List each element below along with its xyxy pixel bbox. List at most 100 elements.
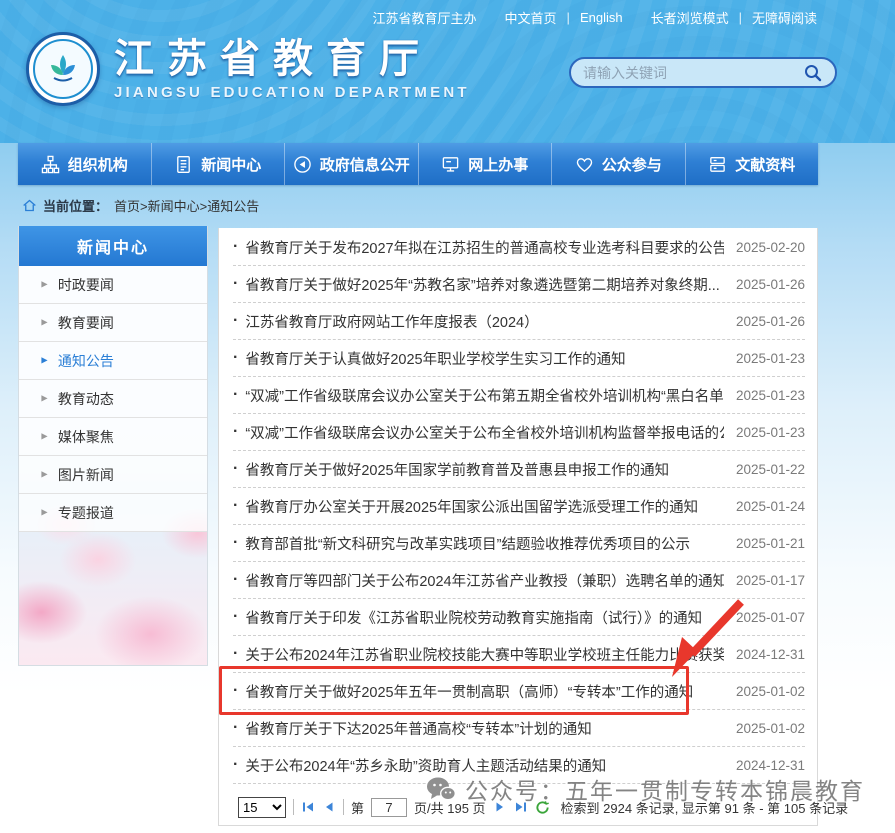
nav-label: 组织机构 [68,154,128,175]
sidebar-item-label: 教育要闻 [58,313,114,333]
sidebar-item-label: 媒体聚焦 [58,427,114,447]
notice-date: 2025-01-26 [736,314,805,329]
list-item[interactable]: ·省教育厅关于做好2025年“苏教名家”培养对象遴选暨第二期培养对象终期...2… [233,266,805,303]
notice-date: 2025-02-20 [736,240,805,255]
page-suffix: 页/共 195 页 [414,798,486,817]
bullet-icon: · [233,571,238,589]
site-subtitle: JIANGSU EDUCATION DEPARTMENT [114,84,470,101]
list-item[interactable]: ·省教育厅关于认真做好2025年职业学校学生实习工作的通知2025-01-23 [233,340,805,377]
notice-title-link[interactable]: 关于公布2024年江苏省职业院校技能大赛中等职业学校班主任能力比赛获奖 [245,644,724,665]
sidebar-item[interactable]: ▶ 专题报道 [19,494,207,532]
sidebar-title: 新闻中心 [19,226,207,266]
search-box [569,57,837,88]
page-number-input[interactable] [371,798,407,817]
nav-item-gov-info[interactable]: 政府信息公开 [285,143,419,185]
search-input[interactable] [583,65,795,81]
chinese-home-link[interactable]: 中文首页 [505,8,557,27]
bullet-icon: · [233,238,238,256]
sidebar-item-label: 专题报道 [58,503,114,523]
notice-date: 2025-01-23 [736,425,805,440]
notice-date: 2025-01-02 [736,721,805,736]
notice-date: 2025-01-23 [736,388,805,403]
sidebar-item-label: 图片新闻 [58,465,114,485]
list-item[interactable]: ·“双减”工作省级联席会议办公室关于公布全省校外培训机构监督举报电话的公...2… [233,414,805,451]
list-item[interactable]: ·省教育厅等四部门关于公布2024年江苏省产业教授（兼职）选聘名单的通知2025… [233,562,805,599]
bullet-icon: · [233,275,238,293]
site-header: 江苏省教育厅主办 中文首页 | English 长者浏览模式 | 无障碍阅读 [0,0,895,143]
list-item[interactable]: · “双减”工作省级联席会议办公室关于公布第五期全省校外培训机构“黑白名单... 2… [233,377,805,414]
notice-title-link[interactable]: “双减”工作省级联席会议办公室关于公布第五期全省校外培训机构“黑白名单... [245,385,724,406]
archive-icon [708,155,727,174]
notice-date: 2025-01-22 [736,462,805,477]
refresh-icon [535,800,550,815]
list-item[interactable]: ·省教育厅关于下达2025年普通高校“专转本”计划的通知2025-01-02 [233,710,805,747]
notice-title-link[interactable]: 江苏省教育厅政府网站工作年度报表（2024） [245,311,724,332]
notice-title-link[interactable]: 省教育厅关于做好2025年国家学前教育普及普惠县申报工作的通知 [245,459,724,480]
notice-title-link[interactable]: 省教育厅关于做好2025年五年一贯制高职（高师）“专转本”工作的通知 [245,681,724,702]
bullet-icon: · [233,608,238,626]
divider [343,799,344,815]
home-icon [22,198,37,213]
arrow-icon: ▶ [41,432,47,442]
page-size-select[interactable]: 15 [238,797,286,818]
notice-title-link[interactable]: 省教育厅关于发布2027年拟在江苏招生的普通高校专业选考科目要求的公告 [245,237,724,258]
nav-item-organization[interactable]: 组织机构 [18,143,152,185]
bullet-icon: · [233,386,238,404]
first-page-button[interactable] [301,800,315,814]
divider: | [739,10,742,25]
list-item[interactable]: ·关于公布2024年江苏省职业院校技能大赛中等职业学校班主任能力比赛获奖2024… [233,636,805,673]
list-item[interactable]: ·省教育厅关于做好2025年五年一贯制高职（高师）“专转本”工作的通知2025-… [233,673,805,710]
breadcrumb-path[interactable]: 首页>新闻中心>通知公告 [114,196,259,215]
arrow-icon: ▶ [41,508,47,518]
sidebar-item-label: 通知公告 [58,351,114,371]
host-link[interactable]: 江苏省教育厅主办 [373,8,477,27]
bullet-icon: · [233,349,238,367]
last-page-icon [514,800,528,814]
heart-icon [575,155,594,174]
next-page-button[interactable] [493,800,507,814]
notice-title-link[interactable]: 省教育厅办公室关于开展2025年国家公派出国留学选派受理工作的通知 [245,496,724,517]
list-item[interactable]: ·省教育厅关于印发《江苏省职业院校劳动教育实施指南（试行）》的通知2025-01… [233,599,805,636]
search-icon[interactable] [803,63,823,83]
notice-title-link[interactable]: 省教育厅关于下达2025年普通高校“专转本”计划的通知 [245,718,724,739]
last-page-button[interactable] [514,800,528,814]
page-prefix: 第 [351,798,364,817]
sidebar-item[interactable]: ▶时政要闻 [19,266,207,304]
notice-date: 2024-12-31 [736,647,805,662]
sidebar-item-label: 时政要闻 [58,275,114,295]
list-item[interactable]: · 省教育厅关于发布2027年拟在江苏招生的普通高校专业选考科目要求的公告 2025… [233,229,805,266]
notice-title-link[interactable]: 省教育厅等四部门关于公布2024年江苏省产业教授（兼职）选聘名单的通知 [245,570,724,591]
logo-row: 江苏省教育厅 JIANGSU EDUCATION DEPARTMENT [26,32,470,106]
nav-item-public-participation[interactable]: 公众参与 [552,143,686,185]
nav-item-documents[interactable]: 文献资料 [686,143,819,185]
list-item[interactable]: ·省教育厅关于做好2025年国家学前教育普及普惠县申报工作的通知2025-01-… [233,451,805,488]
info-circle-icon [293,155,312,174]
notice-title-link[interactable]: 关于公布2024年“苏乡永助”资助育人主题活动结果的通知 [245,755,724,776]
notice-title-link[interactable]: “双减”工作省级联席会议办公室关于公布全省校外培训机构监督举报电话的公... [245,422,724,443]
arrow-icon: ▶ [41,356,47,366]
notice-title-link[interactable]: 省教育厅关于做好2025年“苏教名家”培养对象遴选暨第二期培养对象终期... [245,274,724,295]
sidebar-item[interactable]: ▶教育动态 [19,380,207,418]
english-link[interactable]: English [580,10,623,25]
accessibility-link[interactable]: 无障碍阅读 [752,8,817,27]
arrow-icon: ▶ [41,318,47,328]
nav-label: 文献资料 [735,154,795,175]
notice-title-link[interactable]: 省教育厅关于认真做好2025年职业学校学生实习工作的通知 [245,348,724,369]
list-item[interactable]: ·江苏省教育厅政府网站工作年度报表（2024）2025-01-26 [233,303,805,340]
prev-page-button[interactable] [322,800,336,814]
sidebar-item[interactable]: ▶ 通知公告 [19,342,207,380]
nav-item-news-center[interactable]: 新闻中心 [152,143,286,185]
list-item[interactable]: ·关于公布2024年“苏乡永助”资助育人主题活动结果的通知2024-12-31 [233,747,805,784]
refresh-button[interactable] [535,800,550,815]
notice-title-link[interactable]: 教育部首批“新文科研究与改革实践项目”结题验收推荐优秀项目的公示 [245,533,724,554]
pagination-bar: 15 第 页/共 195 页 检索到 2924 条记录, 显示第 91 条 - … [238,795,848,819]
sidebar-item[interactable]: ▶ 媒体聚焦 [19,418,207,456]
list-item[interactable]: ·省教育厅办公室关于开展2025年国家公派出国留学选派受理工作的通知2025-0… [233,488,805,525]
list-item[interactable]: ·教育部首批“新文科研究与改革实践项目”结题验收推荐优秀项目的公示2025-01… [233,525,805,562]
sidebar-item[interactable]: ▶ 教育要闻 [19,304,207,342]
nav-item-online-services[interactable]: 网上办事 [419,143,553,185]
bullet-icon: · [233,534,238,552]
sidebar-item[interactable]: ▶图片新闻 [19,456,207,494]
notice-title-link[interactable]: 省教育厅关于印发《江苏省职业院校劳动教育实施指南（试行）》的通知 [245,607,724,628]
elder-mode-link[interactable]: 长者浏览模式 [651,8,729,27]
